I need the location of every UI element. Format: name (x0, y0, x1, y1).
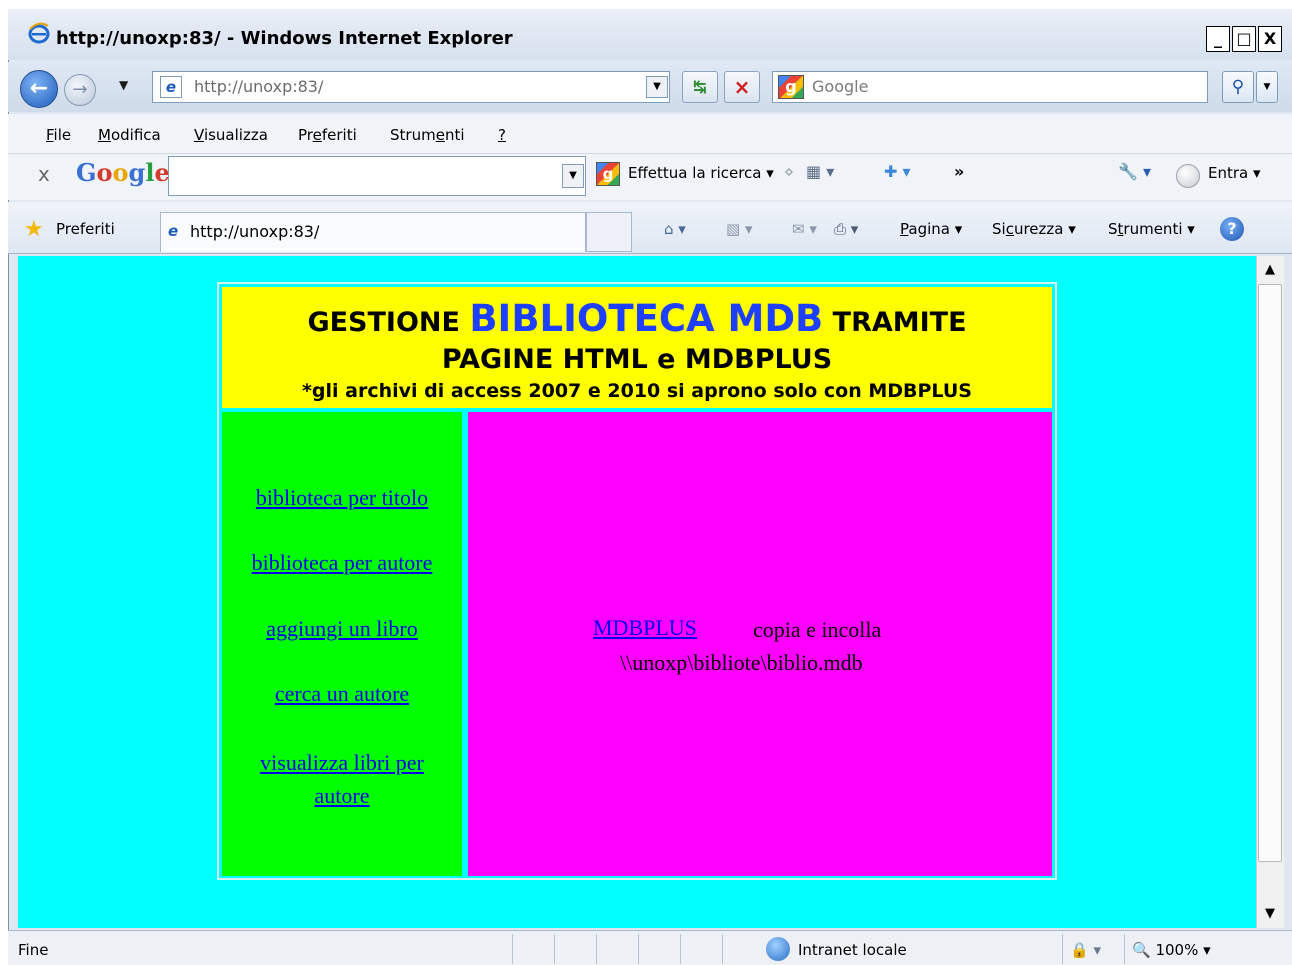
search-button[interactable]: ⚲ (1222, 71, 1254, 103)
status-cell (554, 934, 582, 964)
print-icon[interactable]: ⎙ ▾ (834, 220, 858, 238)
link-biblioteca-per-titolo[interactable]: biblioteca per titolo (222, 485, 462, 511)
security-zone[interactable]: Intranet locale (798, 941, 907, 959)
window-title: http://unoxp:83/ - Windows Internet Expl… (56, 28, 513, 49)
status-cell (638, 934, 666, 964)
status-cell (512, 934, 540, 964)
google-search-icon[interactable]: g (596, 162, 620, 186)
minimize-button[interactable]: _ (1206, 26, 1230, 52)
plus-icon[interactable]: ✚ ▾ (884, 162, 911, 181)
mail-icon[interactable]: ✉ ▾ (792, 220, 817, 238)
menu-file[interactable]: File (46, 126, 71, 144)
link-biblioteca-per-autore[interactable]: biblioteca per autore (222, 550, 462, 576)
link-cerca-un-autore[interactable]: cerca un autore (222, 681, 462, 707)
address-url[interactable]: http://unoxp:83/ (194, 77, 323, 96)
intranet-globe-icon (766, 937, 790, 961)
status-cell (596, 934, 624, 964)
scrollbar-thumb[interactable] (1258, 284, 1282, 862)
back-button[interactable]: ← (20, 70, 58, 108)
help-icon[interactable]: ? (1220, 217, 1244, 241)
more-tools-button[interactable]: » (954, 162, 964, 181)
tools-menu-button[interactable]: Strumenti ▾ (1108, 220, 1195, 238)
tab-page-icon: e (168, 222, 179, 240)
menu-visualizza[interactable]: Visualizza (194, 126, 268, 144)
internet-explorer-logo-icon (28, 22, 50, 44)
stop-button[interactable]: × (724, 71, 760, 103)
menu-preferiti[interactable]: Preferiti (298, 126, 357, 144)
refresh-button[interactable]: ↹ (682, 71, 718, 103)
magnifier-icon: ⚲ (1231, 77, 1245, 97)
link-aggiungi-un-libro[interactable]: aggiungi un libro (222, 616, 462, 642)
forward-arrow-icon: → (72, 79, 88, 100)
search-placeholder: Google (812, 77, 869, 96)
google-provider-icon: g (778, 75, 804, 99)
scroll-up-arrow-icon[interactable]: ▲ (1256, 256, 1284, 284)
status-cell (722, 934, 750, 964)
menu-help[interactable]: ? (498, 126, 506, 144)
separator-icon: ⋄ (784, 162, 795, 181)
page-icon: e (160, 76, 182, 98)
google-search-dropdown-icon[interactable]: ▼ (562, 164, 584, 188)
google-search-input[interactable] (168, 156, 586, 196)
stop-icon: × (733, 75, 751, 99)
forward-button[interactable]: → (64, 74, 96, 106)
popup-blocker-icon[interactable]: ▦ ▾ (806, 162, 834, 181)
page-subtitle: PAGINE HTML e MDBPLUS (441, 344, 833, 375)
home-icon[interactable]: ⌂ ▾ (664, 220, 686, 238)
menu-modifica[interactable]: Modifica (98, 126, 161, 144)
link-visualizza-libri-per-autore[interactable]: visualizza libri per autore (222, 746, 462, 812)
safety-menu-button[interactable]: Sicurezza ▾ (992, 220, 1076, 238)
menu-strumenti[interactable]: Strumenti (390, 126, 465, 144)
back-arrow-icon: ← (29, 76, 49, 101)
address-dropdown-icon[interactable]: ▼ (646, 76, 668, 98)
new-tab-button[interactable] (586, 212, 632, 252)
signin-button[interactable]: Entra ▾ (1208, 164, 1261, 182)
mdbplus-link[interactable]: MDBPLUS (593, 615, 697, 641)
refresh-icon: ↹ (693, 77, 707, 96)
wrench-icon[interactable]: 🔧 ▾ (1118, 162, 1151, 181)
page-title: GESTIONE BIBLIOTECA MDB TRAMITE (307, 297, 967, 340)
page-note: *gli archivi di access 2007 e 2010 si ap… (302, 380, 972, 402)
favorites-button[interactable]: Preferiti (56, 220, 115, 238)
tab-title[interactable]: http://unoxp:83/ (190, 222, 319, 241)
maximize-button[interactable]: □ (1232, 26, 1256, 52)
feeds-icon[interactable]: ▧ ▾ (726, 220, 752, 238)
search-options-dropdown-icon[interactable]: ▼ (1256, 71, 1278, 103)
scroll-down-arrow-icon[interactable]: ▼ (1256, 900, 1284, 928)
copy-paste-text: copia e incolla (753, 617, 882, 642)
content-panel (468, 412, 1052, 876)
google-search-button[interactable]: Effettua la ricerca ▾ (628, 164, 774, 182)
user-avatar-icon (1176, 164, 1200, 188)
toolbar-close-button[interactable]: x (38, 162, 50, 186)
google-logo: Google (76, 158, 170, 187)
zoom-icon: 🔍 (1132, 941, 1151, 959)
status-text: Fine (18, 941, 49, 959)
recent-pages-dropdown-icon[interactable]: ▼ (119, 78, 128, 92)
protected-mode-icon[interactable]: 🔒 ▾ (1070, 941, 1101, 959)
favorites-star-icon[interactable]: ★ (24, 217, 44, 242)
page-menu-button[interactable]: Pagina ▾ (900, 220, 962, 238)
zoom-level[interactable]: 🔍 100% ▾ (1132, 941, 1211, 959)
status-cell (680, 934, 708, 964)
database-path: \\unoxp\bibliote\biblio.mdb (620, 650, 863, 675)
close-button[interactable]: X (1258, 26, 1282, 52)
